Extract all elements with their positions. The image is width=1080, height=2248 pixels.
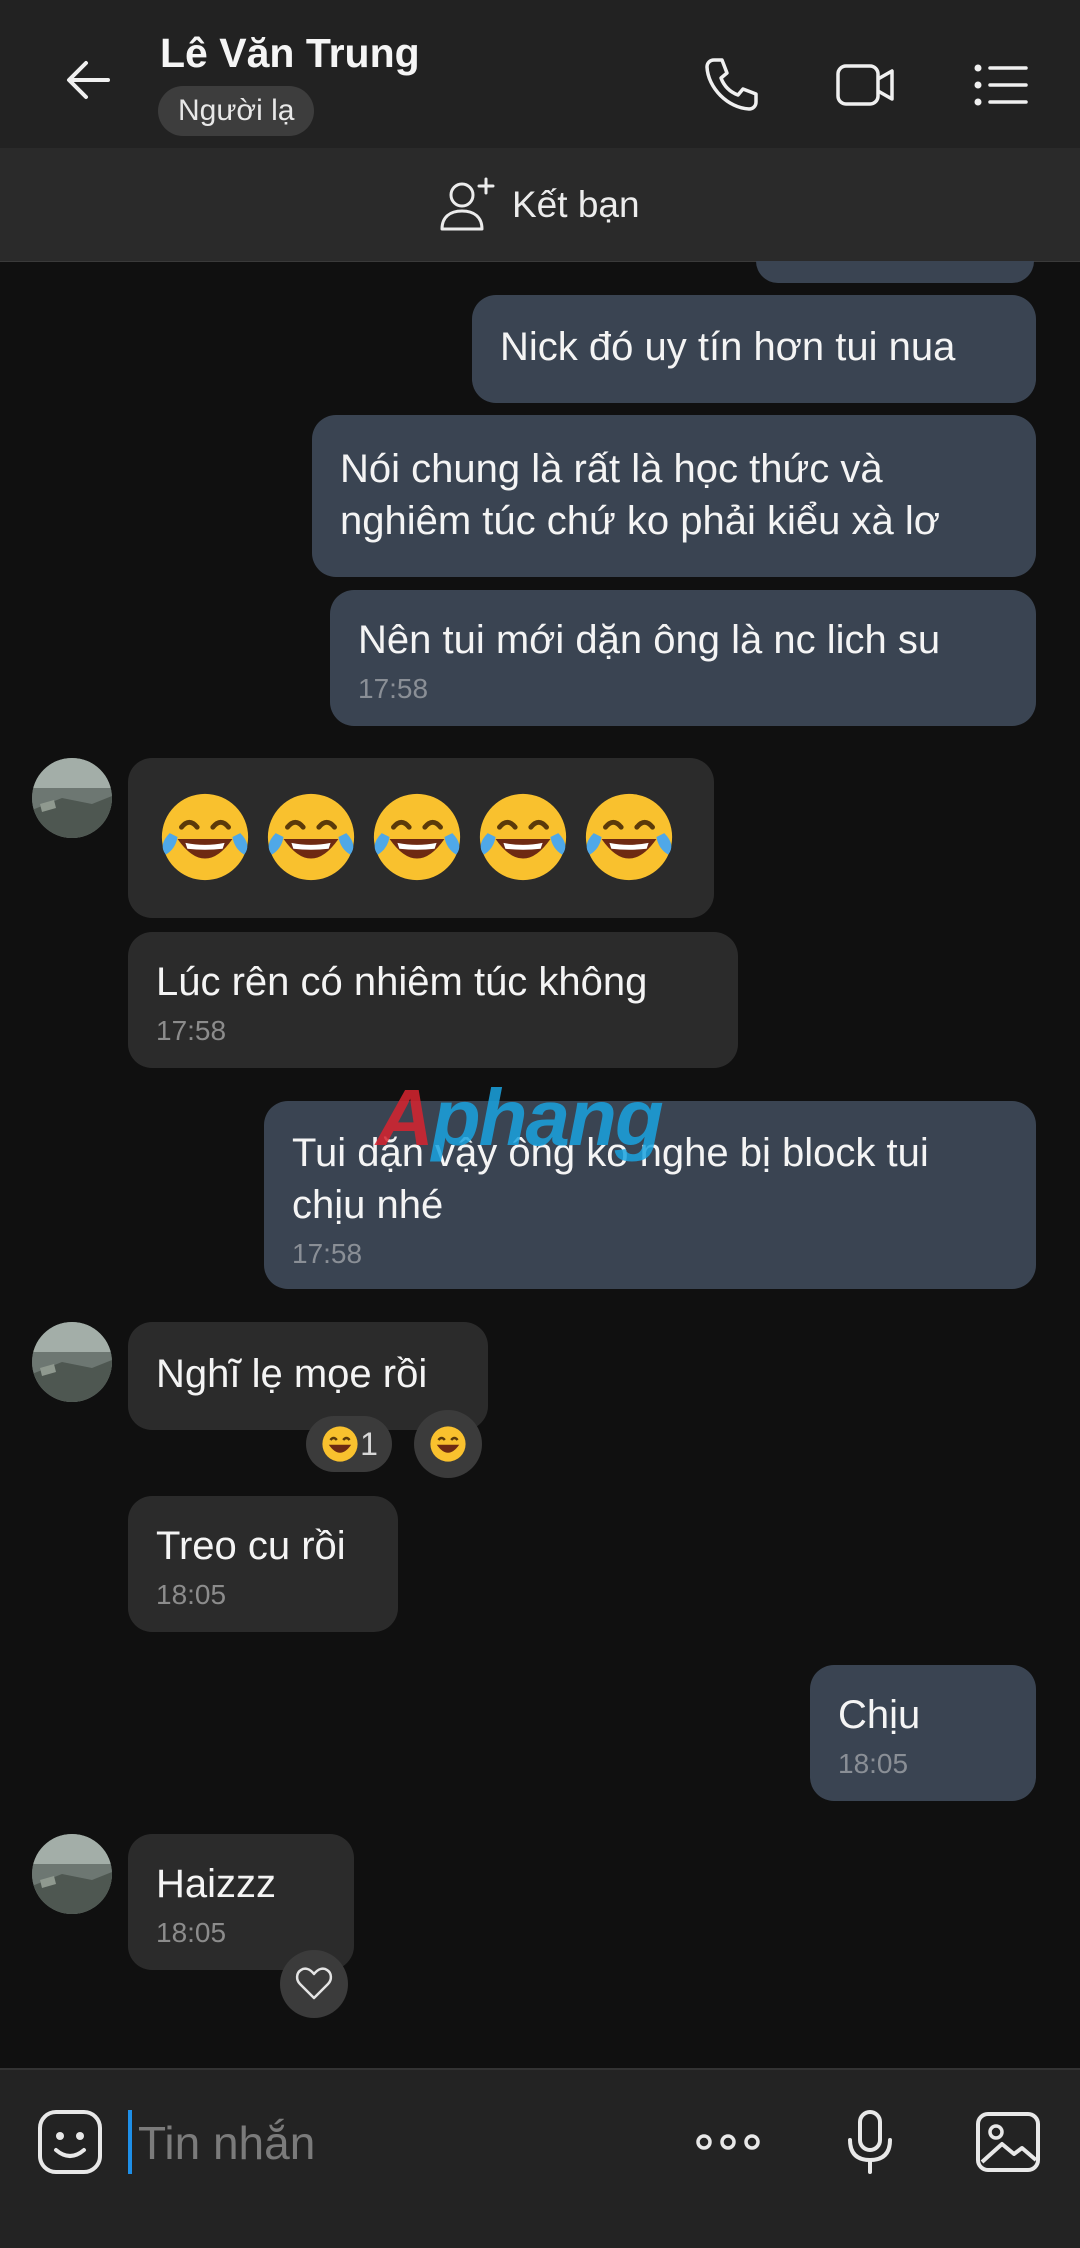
laughing-crying-emoji-icon: [430, 1426, 466, 1462]
relationship-badge: Người lạ: [158, 86, 315, 136]
message-time: 18:05: [156, 1917, 227, 1948]
add-friend-button[interactable]: Kết bạn: [436, 172, 640, 238]
message-bubble-received[interactable]: Lúc rên có nhiêm túc không 17:58: [128, 932, 738, 1068]
reaction-count: 1: [360, 1425, 378, 1462]
message-input[interactable]: [136, 2106, 660, 2180]
watermark-logo: Aphang: [376, 1072, 664, 1164]
text-caret: [128, 2110, 132, 2174]
back-arrow-icon[interactable]: [58, 48, 122, 112]
reaction-count-chip[interactable]: 1: [306, 1416, 392, 1472]
laughing-crying-emoji-icon: [373, 793, 461, 881]
add-friend-label: Kết bạn: [512, 184, 640, 225]
message-bubble-sent[interactable]: Nói chung là rất là học thức và nghiêm t…: [312, 415, 1036, 577]
menu-list-icon[interactable]: [968, 52, 1034, 118]
message-bubble-sent[interactable]: Nick đó uy tín hơn tui nua: [472, 295, 1036, 403]
laughing-crying-emoji-icon: [322, 1426, 358, 1462]
message-bubble-received[interactable]: Treo cu rồi 18:05: [128, 1496, 398, 1632]
message-text: Chịu: [838, 1693, 921, 1737]
message-input-bar: [0, 2068, 1080, 2248]
message-text: Treo cu rồi: [156, 1524, 346, 1568]
image-icon[interactable]: [972, 2106, 1044, 2178]
sticker-icon[interactable]: [34, 2106, 106, 2178]
laughing-crying-emoji-icon: [267, 793, 355, 881]
message-text: Nghĩ lẹ mọe rồi: [156, 1352, 428, 1396]
add-user-icon: [440, 177, 495, 231]
message-text: Haizzz: [156, 1862, 277, 1906]
message-time: 17:58: [358, 673, 429, 704]
message-text-line2: chịu nhé: [292, 1183, 444, 1227]
chat-header: Lê Văn Trung Người lạ: [0, 0, 1080, 148]
laughing-crying-emoji-icon: [479, 793, 567, 881]
phone-icon[interactable]: [698, 52, 764, 118]
message-text: Nên tui mới dặn ông là nc lich su: [358, 618, 941, 662]
message-bubble-received[interactable]: [128, 758, 714, 918]
message-text-line1: Nói chung là rất là học thức và: [340, 447, 883, 491]
avatar-image: [32, 758, 112, 838]
add-friend-bar: Kết bạn: [0, 148, 1080, 262]
avatar-image: [32, 1322, 112, 1402]
microphone-icon[interactable]: [834, 2106, 906, 2178]
message-time: 18:05: [838, 1748, 909, 1779]
message-bubble-sent[interactable]: Chịu 18:05: [810, 1665, 1036, 1801]
message-time: 17:58: [292, 1238, 363, 1269]
add-reaction-button[interactable]: [414, 1410, 482, 1478]
message-bubble-sent[interactable]: Nên tui mới dặn ông là nc lich su 17:58: [330, 590, 1036, 726]
message-text: Lúc rên có nhiêm túc không: [156, 960, 648, 1004]
avatar[interactable]: [32, 1322, 112, 1402]
message-time: 17:58: [156, 1015, 227, 1046]
more-options-icon[interactable]: [692, 2106, 764, 2178]
message-text-line2: nghiêm túc chứ ko phải kiểu xà lơ: [340, 499, 940, 543]
avatar-image: [32, 1834, 112, 1914]
avatar[interactable]: [32, 1834, 112, 1914]
emoji-row: [156, 758, 686, 886]
watermark-first: A: [376, 1073, 434, 1162]
message-text: Nick đó uy tín hơn tui nua: [500, 325, 956, 369]
message-time: 18:05: [156, 1579, 227, 1610]
contact-name[interactable]: Lê Văn Trung: [160, 30, 420, 77]
laughing-crying-emoji-icon: [585, 793, 673, 881]
video-call-icon[interactable]: [832, 52, 898, 118]
watermark-rest: phang: [431, 1073, 664, 1162]
heart-reaction-button[interactable]: [280, 1950, 348, 2018]
message-bubble-partial: [756, 261, 1034, 283]
heart-icon: [295, 1967, 333, 2000]
laughing-crying-emoji-icon: [161, 793, 249, 881]
avatar[interactable]: [32, 758, 112, 838]
